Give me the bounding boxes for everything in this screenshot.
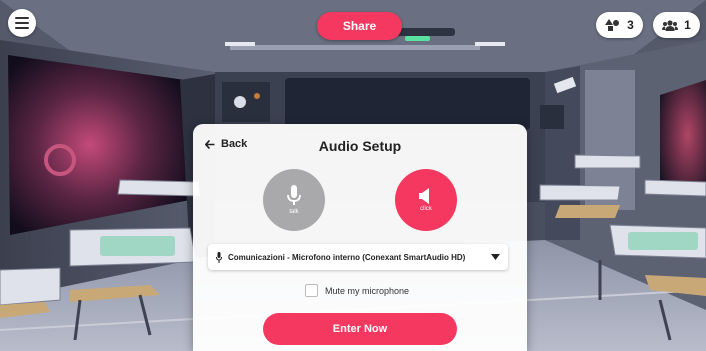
microphone-select[interactable]: Comunicazioni - Microfono interno (Conex… xyxy=(208,244,508,270)
hamburger-menu-icon xyxy=(15,17,29,29)
mute-microphone-checkbox[interactable] xyxy=(305,284,318,297)
enter-now-button[interactable]: Enter Now xyxy=(263,313,457,345)
back-button[interactable]: Back xyxy=(205,138,247,150)
users-count-button[interactable]: 1 xyxy=(653,12,700,38)
click-label: click xyxy=(420,206,432,212)
talk-button[interactable]: talk xyxy=(263,169,325,231)
click-button[interactable]: click xyxy=(395,169,457,231)
microphone-icon xyxy=(216,251,222,263)
menu-button[interactable] xyxy=(8,9,36,37)
shapes-icon xyxy=(605,19,620,31)
back-label: Back xyxy=(221,138,248,150)
microphone-select-value: Comunicazioni - Microfono interno (Conex… xyxy=(228,252,466,262)
audio-setup-dialog: Audio Setup Back talk click Comunicazion… xyxy=(193,124,527,351)
speaker-icon xyxy=(419,188,429,204)
users-count: 1 xyxy=(684,18,691,32)
caret-down-icon xyxy=(491,254,500,260)
share-button[interactable]: Share xyxy=(317,12,402,40)
objects-count: 3 xyxy=(627,18,634,32)
talk-label: talk xyxy=(289,209,299,215)
objects-count-button[interactable]: 3 xyxy=(596,12,643,38)
mute-microphone-label: Mute my microphone xyxy=(325,285,410,296)
mute-microphone-row: Mute my microphone xyxy=(305,284,409,297)
microphone-icon xyxy=(287,185,301,205)
arrow-left-icon xyxy=(205,139,215,149)
users-icon xyxy=(662,19,679,31)
